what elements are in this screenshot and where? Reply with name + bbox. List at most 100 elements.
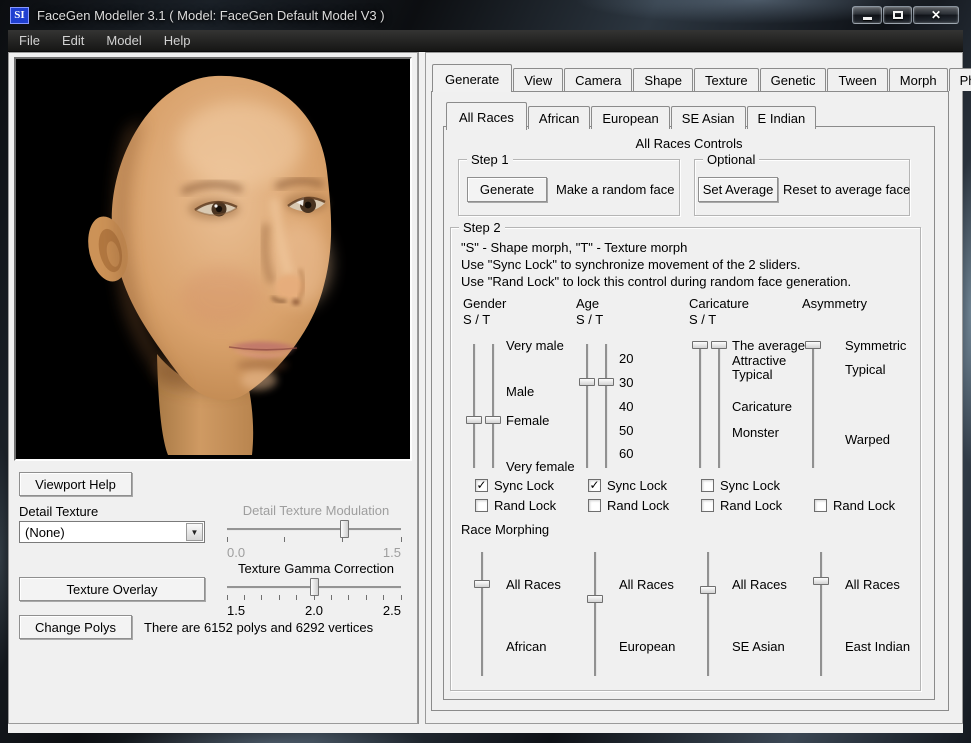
age-subtitle: S / T (576, 312, 603, 327)
gamma-slider-handle[interactable] (310, 578, 319, 596)
minimize-button[interactable] (852, 6, 882, 24)
tab-genetic[interactable]: Genetic (760, 68, 827, 91)
race-european-slider-handle[interactable] (587, 595, 603, 603)
tab-morph[interactable]: Morph (889, 68, 948, 91)
gender-t-slider-handle[interactable] (485, 416, 501, 424)
tick-mark (227, 537, 228, 542)
gender-sync-lock-checkbox-box[interactable]: ✓ (475, 479, 488, 492)
caricature-s-slider-handle[interactable] (692, 341, 708, 349)
maximize-button[interactable] (883, 6, 912, 24)
age-sync-lock-checkbox-box[interactable]: ✓ (588, 479, 601, 492)
tab-generate[interactable]: Generate (432, 64, 512, 92)
race-african-slider-handle[interactable] (474, 580, 490, 588)
age-sync-lock-checkbox[interactable]: ✓Sync Lock (588, 478, 667, 492)
race-east-indian-slider-track[interactable] (820, 552, 823, 676)
modulation-slider-handle[interactable] (340, 520, 349, 538)
age-s-slider-track[interactable] (586, 344, 589, 468)
generate-button[interactable]: Generate (467, 177, 547, 202)
slider-group-gender: GenderS / TVery maleMaleFemaleVery femal… (461, 296, 573, 478)
caricature-sync-lock-checkbox[interactable]: Sync Lock (701, 478, 780, 492)
caricature-sync-lock-checkbox-box[interactable] (701, 479, 714, 492)
race-african-label-all-races: All Races (506, 577, 561, 592)
close-button[interactable]: ✕ (913, 6, 959, 24)
gender-rand-lock-checkbox-box[interactable] (475, 499, 488, 512)
asymmetry-slider-handle[interactable] (805, 341, 821, 349)
asymmetry-slider-track[interactable] (812, 344, 815, 468)
race-se-asian-label-se-asian: SE Asian (732, 639, 785, 654)
race-east-indian-slider-handle[interactable] (813, 577, 829, 585)
subtab-all-races[interactable]: All Races (446, 102, 527, 130)
slider-group-caricature: CaricatureS / TThe averageAttractiveTypi… (687, 296, 799, 478)
age-t-slider-track[interactable] (605, 344, 608, 468)
detail-texture-dropdown[interactable]: (None) ▼ (19, 521, 205, 543)
step2-instruction-line: Use "Rand Lock" to lock this control dur… (461, 274, 851, 289)
texture-gamma-slider: Texture Gamma Correction 1.52.02.5 (225, 561, 407, 619)
caricature-rand-lock-checkbox[interactable]: Rand Lock (701, 498, 782, 512)
texture-gamma-label: Texture Gamma Correction (225, 561, 407, 576)
modulation-slider-track[interactable] (227, 528, 401, 531)
race-african-slider-track[interactable] (481, 552, 484, 676)
caricature-t-slider-handle[interactable] (711, 341, 727, 349)
tab-shape[interactable]: Shape (633, 68, 693, 91)
tick-mark (383, 595, 384, 600)
tick-mark (331, 595, 332, 600)
asymmetry-rand-lock-checkbox[interactable]: Rand Lock (814, 498, 895, 512)
asymmetry-slider-area: SymmetricTypicalWarped (800, 344, 912, 468)
caricature-label-the-average: The average (732, 338, 805, 353)
gender-label-female: Female (506, 413, 549, 428)
subtab-e-indian[interactable]: E Indian (747, 106, 817, 129)
race-se-asian-slider-track[interactable] (707, 552, 710, 676)
menu-item-edit[interactable]: Edit (51, 30, 95, 51)
set-average-button[interactable]: Set Average (698, 177, 778, 202)
age-rand-lock-checkbox-box[interactable] (588, 499, 601, 512)
tab-texture[interactable]: Texture (694, 68, 759, 91)
gamma-slider-track[interactable] (227, 586, 401, 589)
tick-mark (401, 595, 402, 600)
subtab-african[interactable]: African (528, 106, 590, 129)
step1-group: Step 1 Generate Make a random face (458, 159, 680, 216)
subtab-se-asian[interactable]: SE Asian (671, 106, 746, 129)
optional-group: Optional Set Average Reset to average fa… (694, 159, 910, 216)
texture-overlay-button[interactable]: Texture Overlay (19, 577, 205, 601)
gender-s-slider-track[interactable] (473, 344, 476, 468)
asymmetry-rand-lock-checkbox-label: Rand Lock (833, 498, 895, 513)
modulation-scale-labels: 0.01.5 (227, 545, 401, 560)
age-rand-lock-checkbox[interactable]: Rand Lock (588, 498, 669, 512)
dropdown-arrow-icon[interactable]: ▼ (186, 523, 203, 541)
viewport-3d[interactable] (14, 57, 412, 461)
subtab-european[interactable]: European (591, 106, 669, 129)
gender-sync-lock-checkbox[interactable]: ✓ Sync Lock (475, 478, 554, 492)
age-t-slider-handle[interactable] (598, 378, 614, 386)
age-s-slider-handle[interactable] (579, 378, 595, 386)
right-panel: GenerateViewCameraShapeTextureGeneticTwe… (425, 52, 963, 724)
race-se-asian-slider-handle[interactable] (700, 586, 716, 594)
race-european-slider-track[interactable] (594, 552, 597, 676)
menu-item-file[interactable]: File (8, 30, 51, 51)
panel-splitter[interactable] (418, 52, 425, 724)
viewport-help-button[interactable]: Viewport Help (19, 472, 132, 496)
generate-tab-page: All RacesAfricanEuropeanSE AsianE Indian… (431, 91, 949, 711)
asymmetry-rand-lock-checkbox-box[interactable] (814, 499, 827, 512)
tick-mark (244, 595, 245, 600)
change-polys-button[interactable]: Change Polys (19, 615, 132, 639)
tab-view[interactable]: View (513, 68, 563, 91)
se-asian-slider-area: All RacesSE Asian (687, 552, 799, 676)
race-group-east-indian: All RacesEast Indian (800, 552, 912, 676)
menu-item-help[interactable]: Help (153, 30, 202, 51)
gender-s-slider-handle[interactable] (466, 416, 482, 424)
gender-t-slider-track[interactable] (492, 344, 495, 468)
caricature-s-slider-track[interactable] (699, 344, 702, 468)
tab-camera[interactable]: Camera (564, 68, 632, 91)
caricature-rand-lock-checkbox-box[interactable] (701, 499, 714, 512)
gender-rand-lock-checkbox[interactable]: Rand Lock (475, 498, 556, 512)
caricature-title: Caricature (689, 296, 749, 311)
gender-sync-lock-checkbox-label: Sync Lock (494, 478, 554, 493)
tick-mark (296, 595, 297, 600)
gamma-ticks (227, 595, 401, 601)
caricature-t-slider-track[interactable] (718, 344, 721, 468)
menu-item-model[interactable]: Model (95, 30, 152, 51)
tab-tween[interactable]: Tween (827, 68, 887, 91)
titlebar[interactable]: SI FaceGen Modeller 3.1 ( Model: FaceGen… (0, 0, 971, 30)
window-controls: ✕ (851, 6, 959, 24)
tab-photofit[interactable]: PhotoFit (949, 68, 971, 91)
